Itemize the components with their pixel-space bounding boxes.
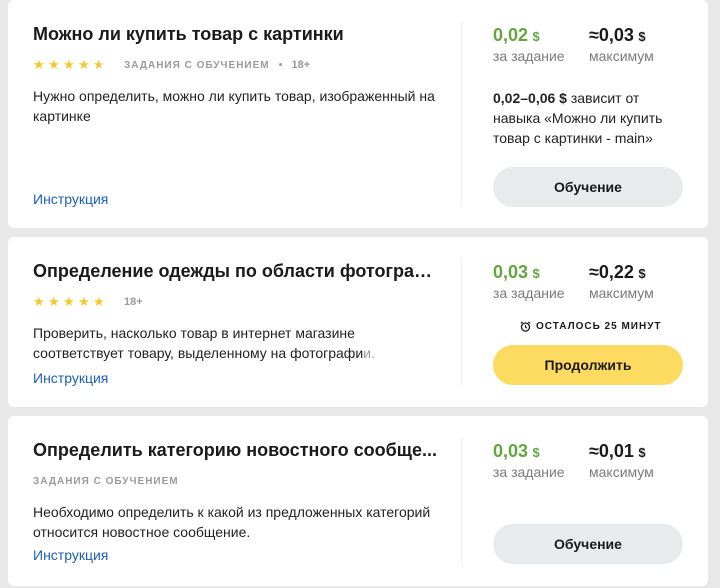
alarm-clock-icon [520,321,531,332]
price-per-task: 0,02 $ за задание [493,25,565,64]
price-per-task-label: за задание [493,464,565,480]
currency-sign: $ [638,445,646,460]
instruction-link[interactable]: Инструкция [33,191,108,207]
training-button[interactable]: Обучение [493,167,683,207]
divider [461,438,462,564]
price-max: ≈0,01 $ максимум [589,441,654,480]
currency-sign: $ [532,29,540,44]
task-meta: ★ ★ ★ ★ ★ 18+ [33,294,143,310]
separator-dot: • [278,59,283,71]
task-pricing: 0,03 $ за задание ≈0,22 $ максимум ОСТАЛ… [493,237,693,407]
task-title[interactable]: Определение одежды по области фотограф..… [33,261,443,282]
instruction-link[interactable]: Инструкция [33,370,108,386]
price-per-task-label: за задание [493,48,565,64]
price-per-task-label: за задание [493,285,565,301]
star-icon: ★ [78,294,90,309]
continue-button[interactable]: Продолжить [493,345,683,385]
price-max-value: 0,03 [598,25,634,45]
task-info: Можно ли купить товар с картинки ★ ★ ★ ★… [33,0,448,228]
price-per-task-value: 0,03 [493,262,529,282]
star-icon: ★ [63,294,75,309]
currency-sign: $ [532,266,540,281]
price-per-task-value: 0,02 [493,25,529,45]
description-text: Проверить, насколько товар в интернет ма… [33,325,364,361]
star-icon: ★ [93,294,105,309]
task-card[interactable]: Определение одежды по области фотограф..… [8,237,708,407]
currency-sign: $ [638,266,646,281]
price-per-task-value: 0,03 [493,441,529,461]
training-button[interactable]: Обучение [493,524,683,564]
training-badge: Задания с обучением [124,59,270,71]
task-info: Определить категорию новостного сообще..… [33,416,448,586]
training-badge: Задания с обучением [33,475,179,487]
task-meta: ★ ★ ★ ★ ★ Задания с обучением • 18+ [33,57,310,73]
currency-sign: $ [638,29,646,44]
age-badge: 18+ [291,59,311,71]
star-icon: ★ [63,57,75,72]
price-per-task: 0,03 $ за задание [493,441,565,480]
price-max-label: максимум [589,285,654,301]
rating-stars: ★ ★ ★ ★ ★ [33,58,108,72]
star-icon: ★ [48,57,60,72]
price-max: ≈0,03 $ максимум [589,25,654,64]
skill-range: 0,02–0,06 $ [493,90,567,106]
task-info: Определение одежды по области фотограф..… [33,237,448,407]
task-pricing: 0,03 $ за задание ≈0,01 $ максимум Обуче… [493,416,693,586]
price-max-label: максимум [589,48,654,64]
price-per-task: 0,03 $ за задание [493,262,565,301]
star-icon: ★ [78,57,90,72]
task-pricing: 0,02 $ за задание ≈0,03 $ максимум 0,02–… [493,0,693,228]
price-max-value: 0,22 [598,262,634,282]
star-icon: ★ [33,57,45,72]
half-star-icon: ★ [93,58,108,72]
skill-note: 0,02–0,06 $ зависит от навыка «Можно ли … [493,88,683,148]
task-card[interactable]: Можно ли купить товар с картинки ★ ★ ★ ★… [8,0,708,228]
task-meta: Задания с обучением [33,473,179,489]
approx-sign: ≈ [589,262,599,282]
task-title[interactable]: Можно ли купить товар с картинки [33,24,443,45]
star-icon: ★ [48,294,60,309]
rating-stars: ★ ★ ★ ★ ★ [33,295,108,309]
price-max-value: 0,01 [598,441,634,461]
task-list: Можно ли купить товар с картинки ★ ★ ★ ★… [0,0,720,588]
divider [461,22,462,206]
task-title[interactable]: Определить категорию новостного сообще..… [33,440,443,461]
approx-sign: ≈ [589,441,599,461]
divider [461,259,462,385]
currency-sign: $ [532,445,540,460]
task-description: Необходимо определить к какой из предлож… [33,504,431,540]
description-faded-text: и. [363,345,375,361]
approx-sign: ≈ [589,25,599,45]
time-remaining: ОСТАЛОСЬ 25 МИНУТ [520,321,662,332]
instruction-link[interactable]: Инструкция [33,547,108,563]
price-max-label: максимум [589,464,654,480]
task-description: Нужно определить, можно ли купить товар,… [33,88,435,124]
price-max: ≈0,22 $ максимум [589,262,654,301]
task-card[interactable]: Определить категорию новостного сообще..… [8,416,708,586]
task-description: Проверить, насколько товар в интернет ма… [33,323,443,363]
time-remaining-label: ОСТАЛОСЬ 25 МИНУТ [536,321,662,332]
age-badge: 18+ [124,296,143,308]
star-icon: ★ [33,294,45,309]
